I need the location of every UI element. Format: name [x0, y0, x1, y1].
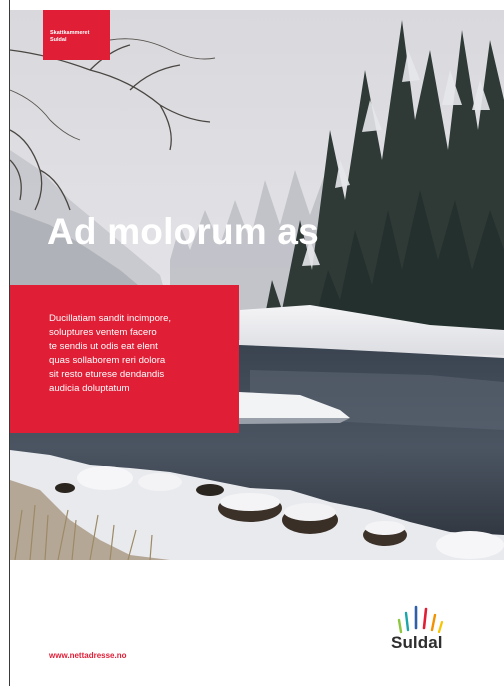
tag-line-1: Skattkammeret — [50, 30, 90, 36]
body-line: te sendis ut odis eat elent — [49, 341, 158, 353]
website-url: www.nettadresse.no — [49, 651, 127, 660]
body-line: audicia doluptatum — [49, 383, 130, 395]
body-line: sit resto eturese dendandis — [49, 369, 165, 381]
headline: Ad molorum as — [47, 211, 319, 252]
tag-line-2: Suldal — [50, 37, 67, 43]
brochure-page: Skattkammeret Suldal Ad molorum as Ducil… — [0, 0, 504, 686]
body-line: Ducillatiam sandit incimpore, — [49, 313, 172, 324]
body-line: quas sollaborem reri dolora — [49, 355, 166, 367]
category-tag: Skattkammeret Suldal — [43, 10, 110, 60]
body-line: soluptures ventem facero — [49, 327, 157, 339]
body-text: Ducillatiam sandit incimpore, soluptures… — [49, 312, 234, 397]
suldal-logo: Suldal — [388, 604, 454, 656]
logo-wordmark: Suldal — [391, 633, 443, 652]
colored-rays-logo-icon — [397, 605, 444, 634]
